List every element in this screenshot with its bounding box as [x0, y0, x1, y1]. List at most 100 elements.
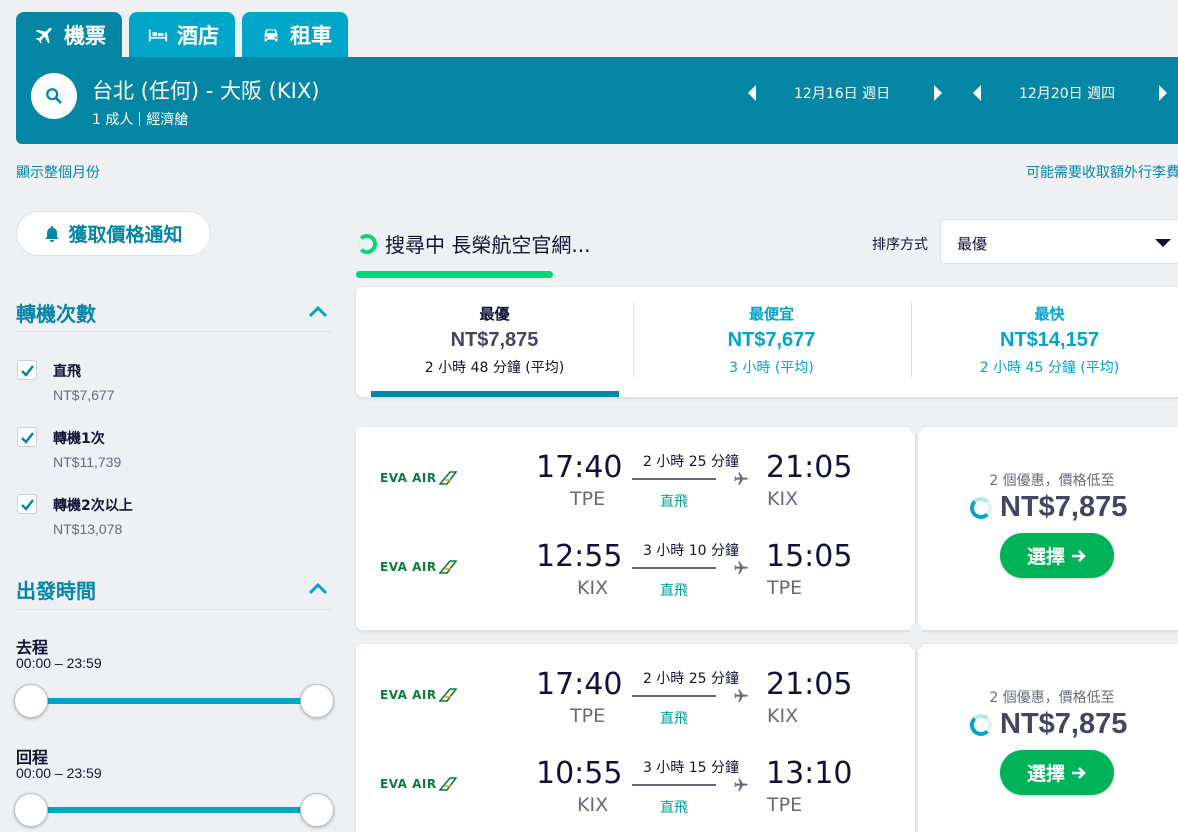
return-date[interactable]: 12月20日 週四	[1019, 83, 1115, 103]
deals-count: 2 個優惠，價格低至	[989, 473, 1115, 489]
route-text[interactable]: 台北 (任何) - 大阪 (KIX)	[92, 75, 319, 105]
departure-airport: TPE	[570, 705, 606, 727]
tab-flights-label: 機票	[64, 23, 106, 48]
stops-two-plus-label[interactable]: 轉機2次以上	[53, 495, 133, 515]
departure-airport: TPE	[570, 488, 606, 510]
departure-airport: KIX	[577, 794, 609, 816]
outbound-slider-track[interactable]	[31, 698, 317, 704]
stops-label: 直飛	[660, 800, 688, 816]
checkmark-icon	[21, 432, 34, 444]
flight-duration: 2 小時 25 分鐘	[642, 671, 740, 687]
ticket-notch	[909, 420, 923, 434]
select-button-label: 選擇	[1026, 763, 1065, 785]
divider	[16, 609, 332, 610]
passenger-cabin-info: 1 成人 經濟艙	[92, 109, 188, 129]
tab-hotels-label: 酒店	[177, 23, 219, 48]
result-price-value: NT$7,875	[1000, 708, 1128, 740]
stops-direct-price: NT$7,677	[53, 387, 115, 403]
sort-label: 排序方式	[872, 237, 928, 253]
select-button[interactable]: 選擇	[1000, 750, 1114, 795]
airplane-icon	[734, 689, 748, 702]
edit-search-button[interactable]	[31, 73, 77, 119]
bell-icon	[45, 225, 60, 242]
stops-two-plus-checkbox[interactable]	[17, 494, 37, 514]
departure-time: 17:40	[536, 667, 623, 702]
inbound-slider-max-handle[interactable]	[300, 793, 334, 827]
price-panel: 2 個優惠，價格低至 NT$7,875 選擇	[918, 427, 1178, 630]
result-card[interactable]: EVA AIR 17:40 TPE 2 小時 25 分鐘 直飛 21:05 KI…	[356, 637, 1178, 832]
outbound-slider-min-handle[interactable]	[14, 684, 48, 718]
tab-flights[interactable]: 機票	[16, 12, 122, 57]
baggage-fee-link[interactable]: 可能需要收取額外行李費	[1026, 162, 1178, 182]
ticket-notch	[909, 637, 923, 651]
tab-cheapest-price: NT$7,677	[727, 329, 816, 351]
stops-one-price: NT$11,739	[53, 454, 122, 470]
result-card[interactable]: EVA AIR 17:40 TPE 2 小時 25 分鐘 直飛 21:05 KI…	[356, 420, 1178, 637]
arrow-right-icon	[1072, 549, 1086, 562]
departure-time: 17:40	[536, 450, 623, 485]
arrival-airport: TPE	[767, 577, 803, 599]
stops-one-checkbox[interactable]	[17, 427, 37, 447]
airplane-icon	[734, 778, 748, 791]
search-icon	[46, 88, 62, 104]
chevron-up-icon[interactable]	[308, 304, 328, 318]
depart-date[interactable]: 12月16日 週日	[794, 83, 890, 103]
result-price: NT$7,875	[970, 491, 1127, 524]
flight-path-line	[632, 784, 716, 786]
flight-duration: 3 小時 15 分鐘	[642, 760, 740, 776]
ticket-notch	[909, 623, 923, 637]
tab-fastest[interactable]: 最快 NT$14,157 2 小時 45 分鐘 (平均)	[911, 287, 1178, 397]
show-whole-month-link[interactable]: 顯示整個月份	[16, 162, 100, 182]
tab-hotels[interactable]: 酒店	[129, 12, 235, 57]
price-alert-button[interactable]: 獲取價格通知	[16, 211, 211, 256]
departure-time: 12:55	[536, 539, 623, 574]
bed-icon	[148, 29, 168, 41]
airplane-icon	[734, 472, 748, 485]
prev-depart-date-button[interactable]	[748, 85, 756, 101]
passenger-count: 1 成人	[92, 112, 134, 128]
tab-cars-label: 租車	[290, 23, 332, 48]
airline-name: EVA AIR	[380, 688, 437, 702]
active-tab-indicator	[371, 391, 619, 397]
prev-return-date-button[interactable]	[973, 85, 981, 101]
sort-summary-tabs: 最優 NT$7,875 2 小時 48 分鐘 (平均) 最便宜 NT$7,677…	[356, 287, 1178, 397]
divider	[16, 331, 332, 332]
loading-ring-icon	[970, 496, 992, 519]
stops-filter-title[interactable]: 轉機次數	[16, 298, 96, 327]
arrival-airport: KIX	[767, 488, 799, 510]
stops-one-label[interactable]: 轉機1次	[53, 428, 105, 448]
tab-cars[interactable]: 租車	[242, 12, 348, 57]
deals-count: 2 個優惠，價格低至	[989, 690, 1115, 706]
divider	[139, 112, 141, 126]
next-depart-date-button[interactable]	[934, 85, 943, 101]
search-status-text: 搜尋中 長榮航空官網...	[385, 233, 591, 257]
departure-times-title[interactable]: 出發時間	[16, 575, 96, 604]
checkmark-icon	[21, 499, 34, 511]
search-summary-bar: 台北 (任何) - 大阪 (KIX) 1 成人 經濟艙 12月16日 週日 12月…	[16, 57, 1178, 144]
stops-direct-checkbox[interactable]	[17, 360, 37, 380]
airplane-icon	[734, 561, 748, 574]
flight-duration: 3 小時 10 分鐘	[642, 543, 740, 559]
checkmark-icon	[21, 365, 34, 377]
airline-logo: EVA AIR	[380, 777, 457, 791]
stops-label: 直飛	[660, 583, 688, 599]
outbound-time-range: 00:00 – 23:59	[16, 655, 102, 671]
outbound-slider-max-handle[interactable]	[300, 684, 334, 718]
select-button[interactable]: 選擇	[1000, 533, 1114, 578]
cabin-class: 經濟艙	[146, 112, 189, 128]
flight-duration: 2 小時 25 分鐘	[642, 454, 740, 470]
tab-best[interactable]: 最優 NT$7,875 2 小時 48 分鐘 (平均)	[356, 287, 633, 397]
next-return-date-button[interactable]	[1159, 85, 1168, 101]
arrival-time: 21:05	[766, 450, 853, 485]
loading-ring-icon	[970, 713, 992, 736]
sort-dropdown[interactable]: 最優	[940, 219, 1178, 264]
tab-cheapest[interactable]: 最便宜 NT$7,677 3 小時 (平均)	[633, 287, 910, 397]
inbound-slider-min-handle[interactable]	[14, 793, 48, 827]
arrival-time: 21:05	[766, 667, 853, 702]
inbound-slider-track[interactable]	[31, 807, 317, 813]
tab-fastest-price: NT$14,157	[1000, 329, 1099, 351]
flight-leg-return: EVA AIR 12:55 KIX 3 小時 10 分鐘 直飛 15:05 TP…	[356, 530, 915, 600]
stops-direct-label[interactable]: 直飛	[53, 361, 81, 381]
chevron-up-icon[interactable]	[308, 581, 328, 595]
eva-air-logo-icon	[438, 471, 457, 485]
